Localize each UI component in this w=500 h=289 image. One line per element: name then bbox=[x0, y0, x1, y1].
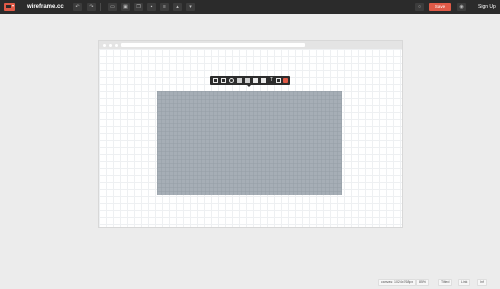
rect-tool-icon[interactable]: ▭ bbox=[108, 3, 117, 11]
canvas-size-status[interactable]: canvas: 1024x768px bbox=[378, 279, 417, 286]
image-alt-icon[interactable] bbox=[245, 78, 250, 83]
menu-logo-button[interactable] bbox=[4, 3, 15, 11]
browser-titlebar bbox=[99, 41, 402, 49]
group-icon[interactable]: ▣ bbox=[121, 3, 130, 11]
user-icon[interactable]: ◉ bbox=[457, 3, 466, 11]
signup-link[interactable]: Sign Up bbox=[478, 2, 496, 12]
save-button[interactable]: Save bbox=[429, 3, 451, 11]
window-dot-minimize bbox=[109, 43, 112, 47]
selected-placeholder-box[interactable] bbox=[157, 91, 342, 195]
zoom-status[interactable]: 85% bbox=[416, 279, 430, 286]
text-icon[interactable]: T bbox=[269, 78, 274, 83]
toolbar-pointer bbox=[247, 85, 251, 87]
panel-icon[interactable] bbox=[221, 78, 226, 83]
copy-icon[interactable]: ❐ bbox=[134, 3, 143, 11]
lock-icon[interactable]: ▪ bbox=[147, 3, 156, 11]
info-button[interactable]: Inf bbox=[477, 279, 487, 286]
image-icon[interactable] bbox=[237, 78, 242, 83]
line-icon[interactable] bbox=[276, 78, 281, 83]
window-dot-maximize bbox=[115, 43, 118, 47]
bring-front-icon[interactable]: ▴ bbox=[173, 3, 182, 11]
rectangle-icon[interactable] bbox=[213, 78, 218, 83]
send-back-icon[interactable]: ▾ bbox=[186, 3, 195, 11]
undo-icon[interactable]: ↶ bbox=[73, 3, 82, 11]
element-toolbar: T bbox=[210, 76, 290, 87]
circle-icon[interactable] bbox=[229, 78, 234, 83]
align-icon[interactable]: ≡ bbox=[160, 3, 169, 11]
fill-icon[interactable] bbox=[253, 78, 258, 83]
window-dot-close bbox=[103, 43, 106, 47]
toolbar-divider bbox=[100, 3, 101, 11]
redo-icon[interactable]: ↷ bbox=[87, 3, 96, 11]
top-toolbar: wireframe.cc ↶ ↷ ▭ ▣ ❐ ▪ ≡ ▴ ▾ ○ Save ◉ … bbox=[0, 0, 500, 14]
app-title: wireframe.cc bbox=[27, 4, 64, 10]
delete-icon[interactable] bbox=[283, 78, 288, 83]
settings-icon[interactable]: ○ bbox=[415, 3, 424, 11]
browser-url-bar bbox=[121, 43, 305, 47]
link-button[interactable]: Link bbox=[458, 279, 471, 286]
fill-alt-icon[interactable] bbox=[261, 78, 266, 83]
tilted-toggle[interactable]: Tilted bbox=[438, 279, 453, 286]
chevron-down-icon bbox=[12, 5, 14, 7]
